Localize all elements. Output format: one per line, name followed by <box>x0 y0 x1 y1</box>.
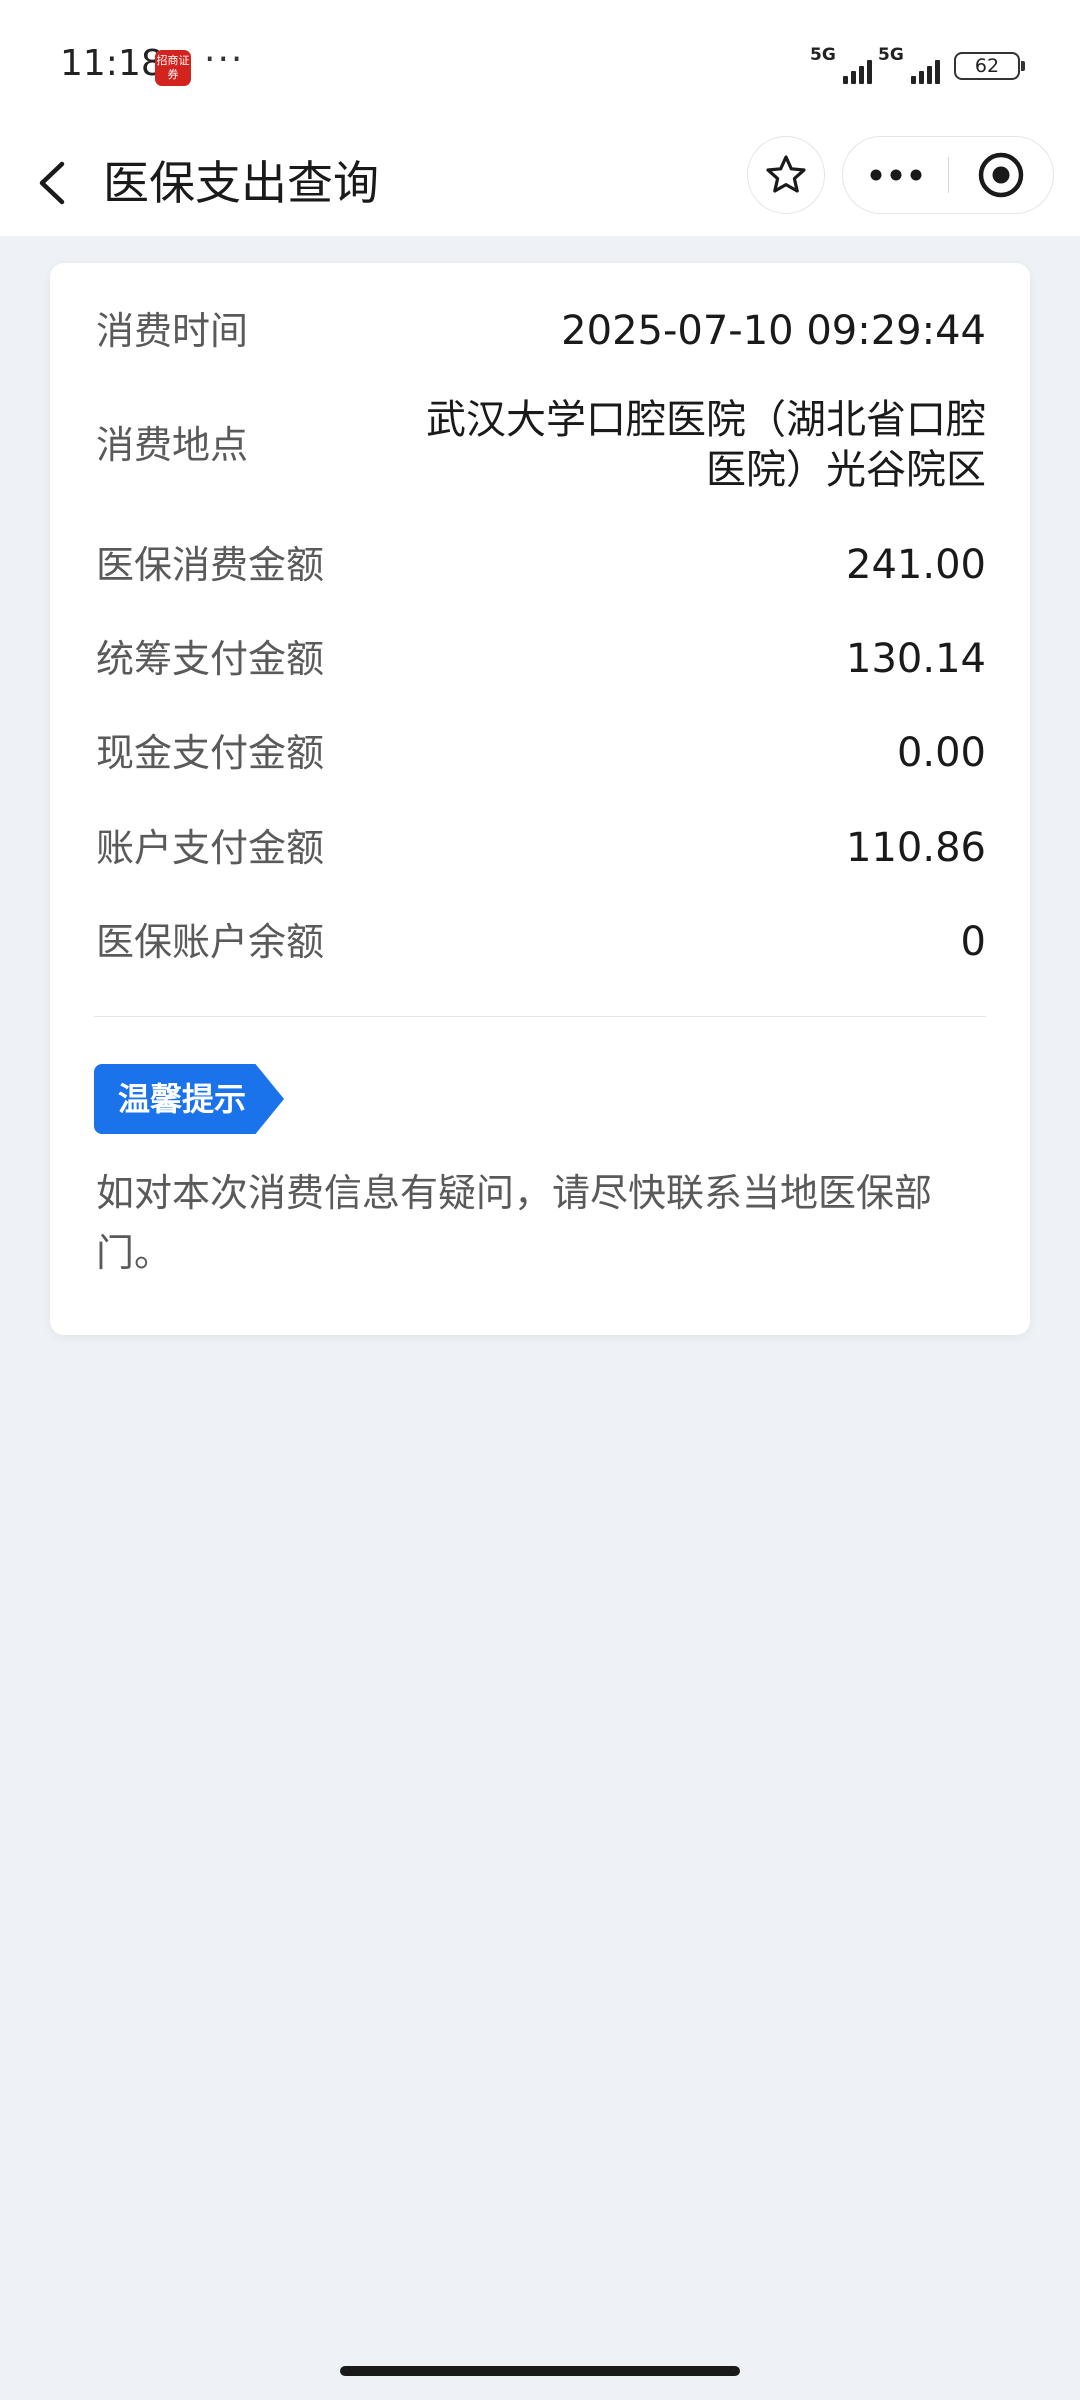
cash-pay-value: 0.00 <box>896 730 986 776</box>
target-circle-icon <box>978 152 1024 198</box>
more-notifications-icon: ··· <box>204 39 245 80</box>
cash-pay-label: 现金支付金额 <box>96 731 325 775</box>
chevron-left-icon <box>39 161 65 205</box>
detail-row-consume-time: 消费时间 2025-07-10 09:29:44 <box>96 307 986 355</box>
detail-row-consume-place: 消费地点 武汉大学口腔医院（湖北省口腔医院）光谷院区 <box>96 395 986 495</box>
medical-amount-value: 241.00 <box>846 542 986 588</box>
network-type-sim2: 5G <box>878 45 904 65</box>
expense-detail-card: 消费时间 2025-07-10 09:29:44 消费地点 武汉大学口腔医院（湖… <box>50 263 1030 1335</box>
status-bar: 11:18 招商证券 ··· 5G 5G 62 <box>0 0 1080 128</box>
close-mini-program-button[interactable] <box>949 137 1053 213</box>
mini-program-capsule <box>842 136 1054 214</box>
home-indicator[interactable] <box>340 2366 740 2376</box>
more-options-button[interactable] <box>843 137 948 213</box>
consume-time-value: 2025-07-10 09:29:44 <box>561 308 986 354</box>
tip-badge: 温馨提示 <box>94 1064 284 1134</box>
tip-text: 如对本次消费信息有疑问，请尽快联系当地医保部门。 <box>96 1171 933 1275</box>
back-button[interactable] <box>20 148 90 218</box>
detail-row-cash-pay: 现金支付金额 0.00 <box>96 729 986 777</box>
pooled-pay-label: 统筹支付金额 <box>96 637 325 681</box>
nav-bar: 医保支出查询 <box>0 128 1080 236</box>
detail-row-account-pay: 账户支付金额 110.86 <box>96 824 986 872</box>
page-title: 医保支出查询 <box>103 156 379 210</box>
consume-time-label: 消费时间 <box>96 309 249 353</box>
star-icon <box>766 155 806 193</box>
detail-row-medical-amount: 医保消费金额 241.00 <box>96 541 986 589</box>
detail-row-pooled-pay: 统筹支付金额 130.14 <box>96 635 986 683</box>
more-dots-icon <box>870 169 921 181</box>
signal-sim1-icon: 5G <box>810 46 872 86</box>
pooled-pay-value: 130.14 <box>846 636 986 682</box>
status-indicators: 5G 5G 62 <box>810 44 1025 88</box>
status-time: 11:18 <box>60 43 164 84</box>
favorite-button[interactable] <box>747 136 825 214</box>
account-pay-value: 110.86 <box>846 825 986 871</box>
detail-row-account-balance: 医保账户余额 0 <box>96 918 986 966</box>
account-pay-label: 账户支付金额 <box>96 826 325 870</box>
consume-place-label: 消费地点 <box>96 423 249 467</box>
battery-icon: 62 <box>954 52 1025 80</box>
network-type-sim1: 5G <box>810 45 836 65</box>
medical-amount-label: 医保消费金额 <box>96 543 325 587</box>
card-divider <box>94 1016 986 1017</box>
account-balance-label: 医保账户余额 <box>96 920 325 964</box>
app-notification-icon: 招商证券 <box>155 50 191 86</box>
tip-badge-label: 温馨提示 <box>118 1080 247 1118</box>
account-balance-value: 0 <box>960 919 986 965</box>
consume-place-value: 武汉大学口腔医院（湖北省口腔医院）光谷院区 <box>426 397 986 493</box>
signal-sim2-icon: 5G <box>878 46 940 86</box>
